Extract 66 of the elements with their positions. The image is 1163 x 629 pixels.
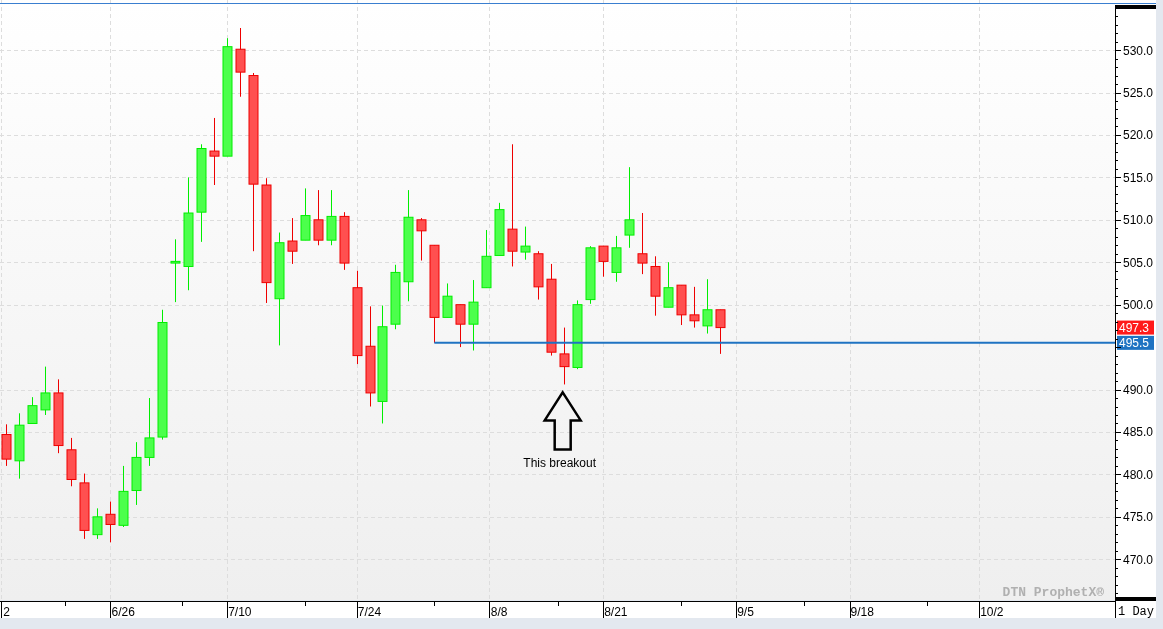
candlestick [300,187,311,241]
price-axis-label: 520.0 [1123,128,1154,143]
candlestick [481,229,492,289]
price-axis-label: 490.0 [1123,383,1154,398]
price-axis-label: 525.0 [1123,86,1154,100]
annotation-text: This breakout [523,456,597,471]
candlestick [689,286,700,329]
candlestick [79,473,90,540]
candlestick [520,226,531,261]
candlestick [339,211,350,271]
candlestick [390,264,401,330]
date-axis-label: 8/21 [604,605,628,619]
candlestick [702,278,713,334]
brand-label: DTN ProphetX® [1002,585,1104,600]
candlestick [494,202,505,256]
candlestick [209,117,220,186]
candlestick [559,327,570,385]
candlestick [455,304,466,348]
candlestick [131,441,142,506]
candlestick [105,501,116,543]
date-axis-label: 10/2 [980,605,1004,619]
date-axis-label: 6/26 [111,605,135,619]
price-axis-label: 515.0 [1123,170,1154,185]
candlestick [585,245,596,305]
date-axis-label: 7/24 [357,605,382,619]
candlestick [637,212,648,275]
candlestick [663,261,674,308]
interval-label[interactable]: 1 Day [1118,605,1154,619]
up-arrow-annotation [542,390,583,451]
price-axis-label: 480.0 [1123,467,1154,482]
candlestick [326,189,337,246]
price-axis-label: 470.0 [1123,552,1154,567]
candlestick [170,238,181,303]
candlestick [118,465,129,528]
price-axis-label: 530.0 [1123,43,1154,58]
date-axis-label: 7/10 [228,605,252,619]
candlestick [533,250,544,301]
ref-line-label: 495.5 [1119,336,1150,351]
candlestick [676,284,687,326]
candlestick [715,309,726,355]
candlestick [598,245,609,278]
candlestick [287,217,298,265]
candlestick [313,189,324,246]
candlestick [27,396,38,424]
candlestick [416,217,427,262]
candlestick [14,412,25,480]
price-axis-label: 510.0 [1123,213,1154,228]
date-axis-label: 8/8 [490,605,508,619]
price-axis-label: 500.0 [1123,298,1154,313]
candlestick [1,423,12,467]
candlestick [92,507,103,540]
date-axis-label: 2 [3,605,10,619]
price-axis-label: 485.0 [1123,425,1154,440]
candlestick [442,282,453,318]
date-axis-label: 9/18 [850,605,874,619]
price-axis-label: 475.0 [1123,510,1154,525]
candlestick [235,27,246,98]
candlestick [650,255,661,317]
candlestick [66,437,77,487]
candlestick [40,366,51,416]
candlestick [468,279,479,351]
date-axis-label: 9/5 [737,605,754,619]
candlestick [611,235,622,283]
candlestick [144,397,155,467]
candlestick [572,299,583,370]
price-axis-label: 505.0 [1123,255,1154,270]
